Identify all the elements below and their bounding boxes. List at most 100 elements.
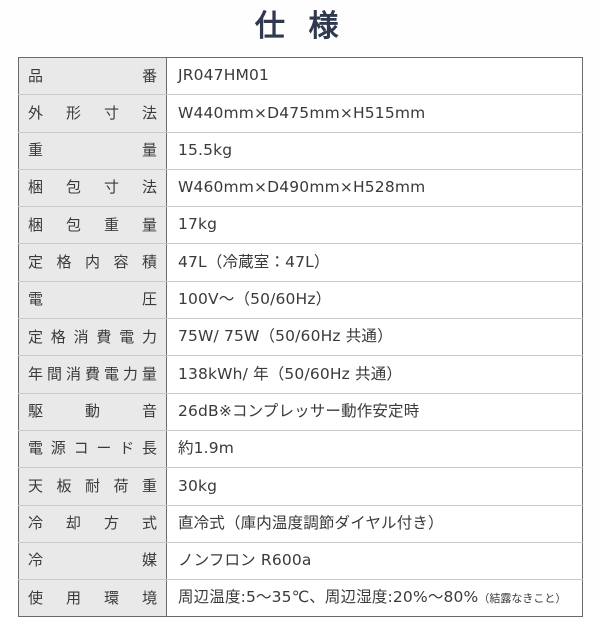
label-char: 法 <box>141 178 157 197</box>
label-char: ド <box>119 439 135 458</box>
label-char: 寸 <box>103 178 119 197</box>
spec-label-text: 駆動音 <box>28 402 157 421</box>
spec-label-cell: 定格消費電力 <box>18 318 167 357</box>
spec-label-text: 外形寸法 <box>28 103 157 122</box>
table-row: 定格消費電力 75W/ 75W（50/60Hz 共通） <box>18 318 583 357</box>
spec-label-cell: 梱包重量 <box>18 206 167 245</box>
label-char: 定 <box>28 327 44 346</box>
label-char: 格 <box>50 327 66 346</box>
specification-table: 品番 JR047HM01 外形寸法 W440mm×D475mm×H515mm 重量 15.… <box>18 57 583 617</box>
label-char: 式 <box>141 514 157 533</box>
table-row: 定格内容積 47L（冷蔵室：47L） <box>18 243 583 282</box>
spec-value-text: 138kWh/ 年（50/60Hz 共通） <box>178 364 403 383</box>
label-char: 間 <box>46 364 62 383</box>
label-char: 電 <box>103 364 119 383</box>
table-row: 冷媒 ノンフロン R600a <box>18 542 583 581</box>
table-row: 年間消費電力量 138kWh/ 年（50/60Hz 共通） <box>18 355 583 394</box>
label-char: 定 <box>28 253 44 271</box>
spec-value-cell: 138kWh/ 年（50/60Hz 共通） <box>166 355 583 394</box>
label-char: 用 <box>65 588 81 607</box>
spec-value-cell: 100V〜（50/60Hz） <box>166 281 583 320</box>
label-char: 動 <box>84 402 100 421</box>
spec-label-text: 品番 <box>28 66 157 85</box>
spec-value-text: JR047HM01 <box>178 66 270 85</box>
table-row: 使用環境周辺温度:5〜35℃、周辺湿度:20%〜80%（結露なきこと） <box>18 579 583 617</box>
spec-value-text: 30kg <box>178 476 218 495</box>
label-char: 使 <box>28 588 44 607</box>
label-char: 消 <box>73 327 89 346</box>
spec-value-cell: 75W/ 75W（50/60Hz 共通） <box>166 318 583 357</box>
label-char: 量 <box>141 141 157 160</box>
spec-label-cell: 定格内容積 <box>18 243 167 282</box>
label-char: 梱 <box>28 215 44 234</box>
label-char: 荷 <box>113 476 129 495</box>
spec-label-text: 電源コード長 <box>28 439 157 458</box>
label-char: 電 <box>28 290 44 309</box>
spec-value-cell: 約1.9m <box>166 430 583 469</box>
table-row: 電源コード長 約1.9m <box>18 430 583 469</box>
spec-label-text: 定格消費電力 <box>28 327 157 346</box>
spec-value-text: 17kg <box>178 215 218 234</box>
spec-value-cell: 15.5kg <box>166 132 583 170</box>
label-char: 力 <box>122 364 138 383</box>
spec-value-text: 47L（冷蔵室：47L） <box>178 252 330 271</box>
spec-value-cell: 直冷式（庫内温度調節ダイヤル付き） <box>166 505 583 543</box>
spec-value-cell: 周辺温度:5〜35℃、周辺湿度:20%〜80%（結露なきこと） <box>167 580 583 617</box>
label-char: 費 <box>84 364 100 383</box>
label-char: 形 <box>65 103 81 122</box>
spec-label-cell: 冷却方式 <box>18 505 167 543</box>
spec-value-text: 直冷式（庫内温度調節ダイヤル付き） <box>178 513 444 532</box>
spec-label-text: 梱包寸法 <box>28 178 157 197</box>
spec-value-cell: W460mm×D490mm×H528mm <box>166 169 583 208</box>
spec-label-text: 冷却方式 <box>28 514 157 533</box>
label-char: 電 <box>119 327 135 346</box>
label-char: 駆 <box>28 402 44 421</box>
spec-label-text: 重量 <box>28 141 157 160</box>
spec-label-cell: 使用環境 <box>18 579 167 617</box>
label-char: 耐 <box>84 476 100 495</box>
label-char: 積 <box>141 253 157 271</box>
table-row: 天板耐荷重 30kg <box>18 467 583 506</box>
page-title: 仕 様 <box>254 9 346 44</box>
spec-label-cell: 重量 <box>18 132 167 170</box>
label-char: 長 <box>141 439 157 458</box>
table-row: 冷 却 方 式 直冷式（庫内温度調節ダイヤル付き） <box>18 505 583 543</box>
spec-sheet-page: 仕 様 品番 JR047HM01 外形寸法 W440mm×D475mm×H515mm 重… <box>0 0 600 617</box>
label-char: コ <box>73 439 89 458</box>
spec-label-cell: 電圧 <box>18 281 167 320</box>
spec-value-text: 100V〜（50/60Hz） <box>178 290 332 309</box>
spec-label-text: 使用環境 <box>28 588 157 607</box>
spec-value-cell: 47L（冷蔵室：47L） <box>166 243 583 282</box>
spec-label-text: 天板耐荷重 <box>28 476 157 495</box>
spec-label-cell: 駆動音 <box>18 393 167 431</box>
label-char: 法 <box>141 103 157 122</box>
table-row: 電圧 100V〜（50/60Hz） <box>18 281 583 320</box>
spec-label-text: 冷媒 <box>28 552 157 570</box>
spec-value-text: W440mm×D475mm×H515mm <box>178 103 426 122</box>
spec-value-cell: 30kg <box>166 467 583 506</box>
label-char: 板 <box>56 476 72 495</box>
label-char: 方 <box>103 514 119 533</box>
label-char: 費 <box>96 327 112 346</box>
label-char: 電 <box>28 439 44 458</box>
spec-value-cell: W440mm×D475mm×H515mm <box>166 94 583 133</box>
spec-label-cell: 天板耐荷重 <box>18 467 167 506</box>
spec-value-text: 15.5kg <box>178 140 233 159</box>
table-row: 外 形 寸 法 W440mm×D475mm×H515mm <box>18 94 583 133</box>
spec-value-text: ノンフロン R600a <box>178 551 312 570</box>
table-row: 梱 包 寸 法 W460mm×D490mm×H528mm <box>18 169 583 208</box>
label-char: 冷 <box>28 514 44 533</box>
label-char: 梱 <box>28 178 44 197</box>
spec-value-cell: ノンフロン R600a <box>166 542 583 581</box>
spec-label-text: 梱包重量 <box>28 215 157 234</box>
spec-value-text: 周辺温度:5〜35℃、周辺湿度:20%〜80% <box>178 588 479 607</box>
label-char: 重 <box>28 141 44 160</box>
spec-label-cell: 外形寸法 <box>18 94 167 133</box>
table-row: 駆 動 音 26dB※コンプレッサー動作安定時 <box>18 393 583 431</box>
spec-value-text: W460mm×D490mm×H528mm <box>178 178 426 197</box>
label-char: 番 <box>141 66 157 85</box>
spec-value-cell: 17kg <box>166 206 583 245</box>
spec-value-cell: JR047HM01 <box>166 57 583 96</box>
label-char: 容 <box>113 253 129 271</box>
table-row: 梱 包 重 量 17kg <box>18 206 583 245</box>
